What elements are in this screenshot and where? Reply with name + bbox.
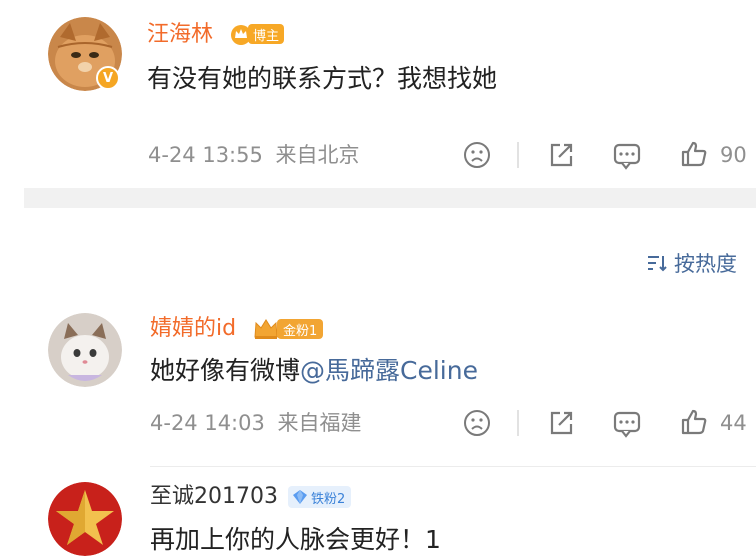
share-icon[interactable] [547, 141, 575, 169]
like-count: 44 [720, 411, 747, 435]
action-divider [517, 142, 519, 168]
share-icon[interactable] [547, 409, 575, 437]
iron-fan-label: 铁粉2 [311, 491, 346, 507]
iron-fan-badge: 铁粉2 [288, 486, 352, 508]
like-count: 90 [720, 143, 747, 167]
location: 来自福建 [277, 411, 362, 435]
comment-3: 至诚201703 铁粉2 再加上你的人脉会更好！1 [0, 470, 756, 557]
comment-text: 她好像有微博@馬蹄露Celine [150, 358, 478, 383]
comment-body: 她好像有微博 [150, 356, 301, 385]
comment-text: 有没有她的联系方式？我想找她 [147, 64, 498, 93]
section-separator [24, 188, 756, 208]
comment-time: 4-24 13:55 来自北京 [148, 145, 360, 166]
white-cat-avatar-icon [48, 313, 122, 387]
location: 来自北京 [275, 143, 360, 167]
sort-icon [648, 256, 667, 272]
comment-1: V 汪海林 博主 有没有她的联系方式？我想找她 4-24 13:55 来自北京 … [0, 0, 756, 188]
gold-fan-badge: 金粉1 [252, 317, 324, 341]
crown-icon [254, 319, 278, 339]
red-star-avatar-icon [48, 482, 122, 556]
comment-text: 再加上你的人脉会更好！1 [150, 525, 441, 554]
diamond-icon [293, 490, 307, 504]
verified-badge-icon: V [96, 66, 120, 90]
like-icon[interactable] [680, 408, 708, 436]
avatar[interactable] [48, 313, 122, 387]
username[interactable]: 至诚201703 [150, 486, 278, 508]
comment-icon[interactable] [612, 410, 642, 438]
username[interactable]: 婧婧的id [150, 318, 236, 340]
dislike-icon[interactable] [463, 409, 491, 437]
gold-fan-label: 金粉1 [277, 319, 324, 339]
timestamp: 4-24 13:55 [148, 143, 263, 167]
blogger-badge: 博主 [230, 23, 285, 45]
comment-time: 4-24 14:03 来自福建 [150, 413, 362, 434]
sort-button[interactable]: 按热度 [645, 248, 737, 278]
comment-2: 婧婧的id 金粉1 她好像有微博@馬蹄露Celine 4-24 14:03 来自… [0, 300, 756, 460]
comment-divider [150, 466, 756, 467]
action-divider [517, 410, 519, 436]
timestamp: 4-24 14:03 [150, 411, 265, 435]
avatar[interactable] [48, 482, 122, 556]
dislike-icon[interactable] [463, 141, 491, 169]
username[interactable]: 汪海林 [147, 24, 213, 46]
blogger-label: 博主 [248, 24, 285, 44]
like-icon[interactable] [680, 140, 708, 168]
sort-label: 按热度 [674, 252, 737, 276]
comment-icon[interactable] [612, 142, 642, 170]
mention-link[interactable]: @馬蹄露Celine [300, 356, 478, 385]
